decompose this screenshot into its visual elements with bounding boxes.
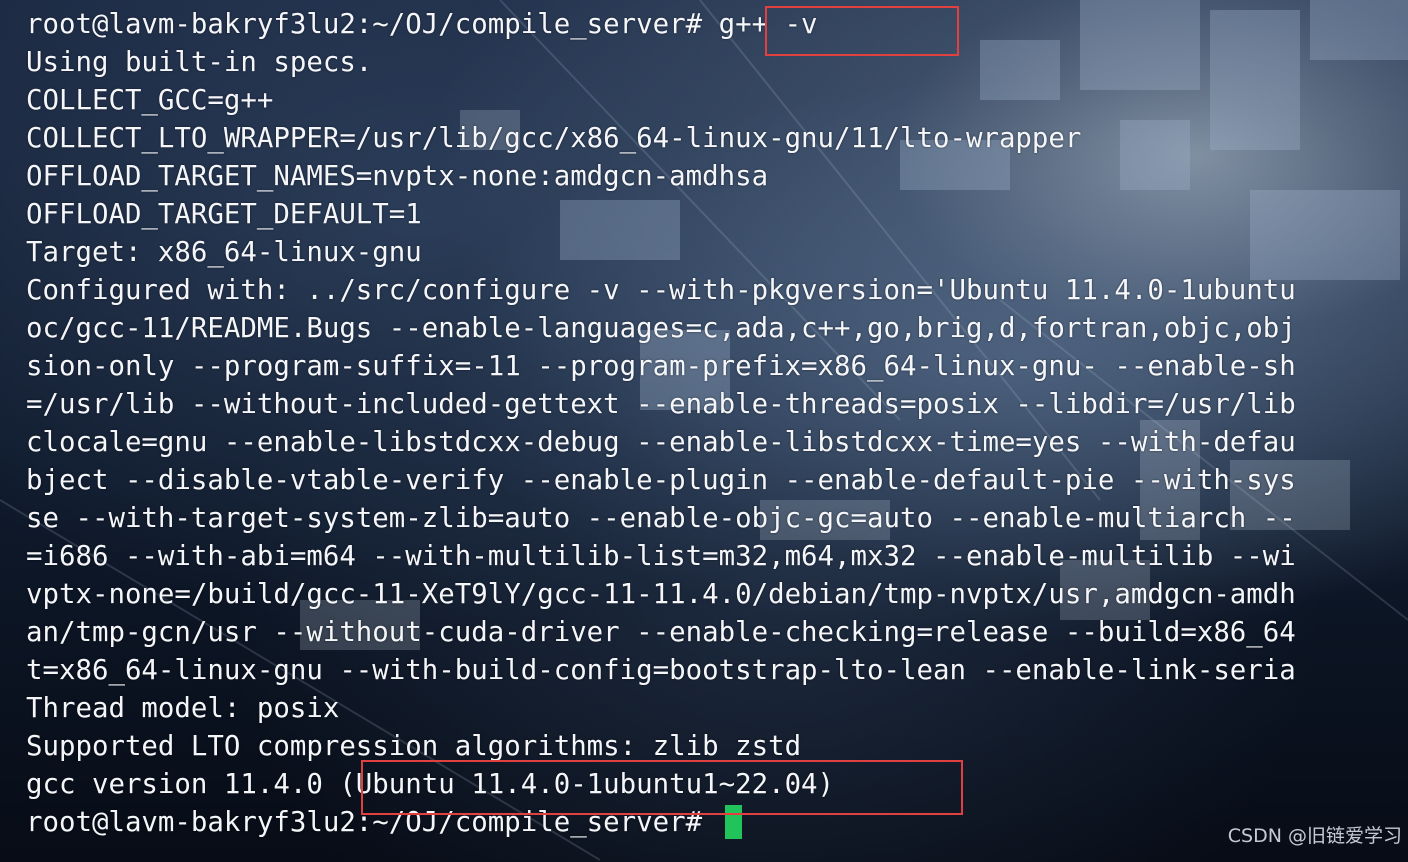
terminal-line: sion-only --program-suffix=-11 --program… — [26, 351, 1296, 382]
terminal-line: t=x86_64-linux-gnu --with-build-config=b… — [26, 655, 1296, 686]
terminal-line: oc/gcc-11/README.Bugs --enable-languages… — [26, 313, 1296, 344]
terminal-line: Configured with: ../src/configure -v --w… — [26, 275, 1296, 306]
terminal-line: COLLECT_GCC=g++ — [26, 85, 274, 116]
terminal-line: OFFLOAD_TARGET_NAMES=nvptx-none:amdgcn-a… — [26, 161, 769, 192]
terminal-line: Target: x86_64-linux-gnu — [26, 237, 422, 268]
terminal-line: vptx-none=/build/gcc-11-XeT9lY/gcc-11-11… — [26, 579, 1296, 610]
version-highlight-box — [361, 760, 963, 815]
terminal-line: COLLECT_LTO_WRAPPER=/usr/lib/gcc/x86_64-… — [26, 123, 1082, 154]
terminal-output: root@lavm-bakryf3lu2:~/OJ/compile_server… — [26, 6, 1296, 842]
terminal-line: Thread model: posix — [26, 693, 340, 724]
terminal-line: se --with-target-system-zlib=auto --enab… — [26, 503, 1296, 534]
terminal-line: an/tmp-gcn/usr --without-cuda-driver --e… — [26, 617, 1296, 648]
terminal-window[interactable]: root@lavm-bakryf3lu2:~/OJ/compile_server… — [0, 0, 1408, 862]
terminal-line: Using built-in specs. — [26, 47, 373, 78]
terminal-line: =i686 --with-abi=m64 --with-multilib-lis… — [26, 541, 1296, 572]
terminal-line: =/usr/lib --without-included-gettext --e… — [26, 389, 1296, 420]
terminal-line: clocale=gnu --enable-libstdcxx-debug --e… — [26, 427, 1296, 458]
command-highlight-box — [765, 6, 959, 56]
terminal-line: OFFLOAD_TARGET_DEFAULT=1 — [26, 199, 422, 230]
terminal-line: root@lavm-bakryf3lu2:~/OJ/compile_server… — [26, 9, 818, 40]
terminal-line: bject --disable-vtable-verify --enable-p… — [26, 465, 1296, 496]
watermark-text: CSDN @旧链爱学习 — [1227, 825, 1402, 847]
